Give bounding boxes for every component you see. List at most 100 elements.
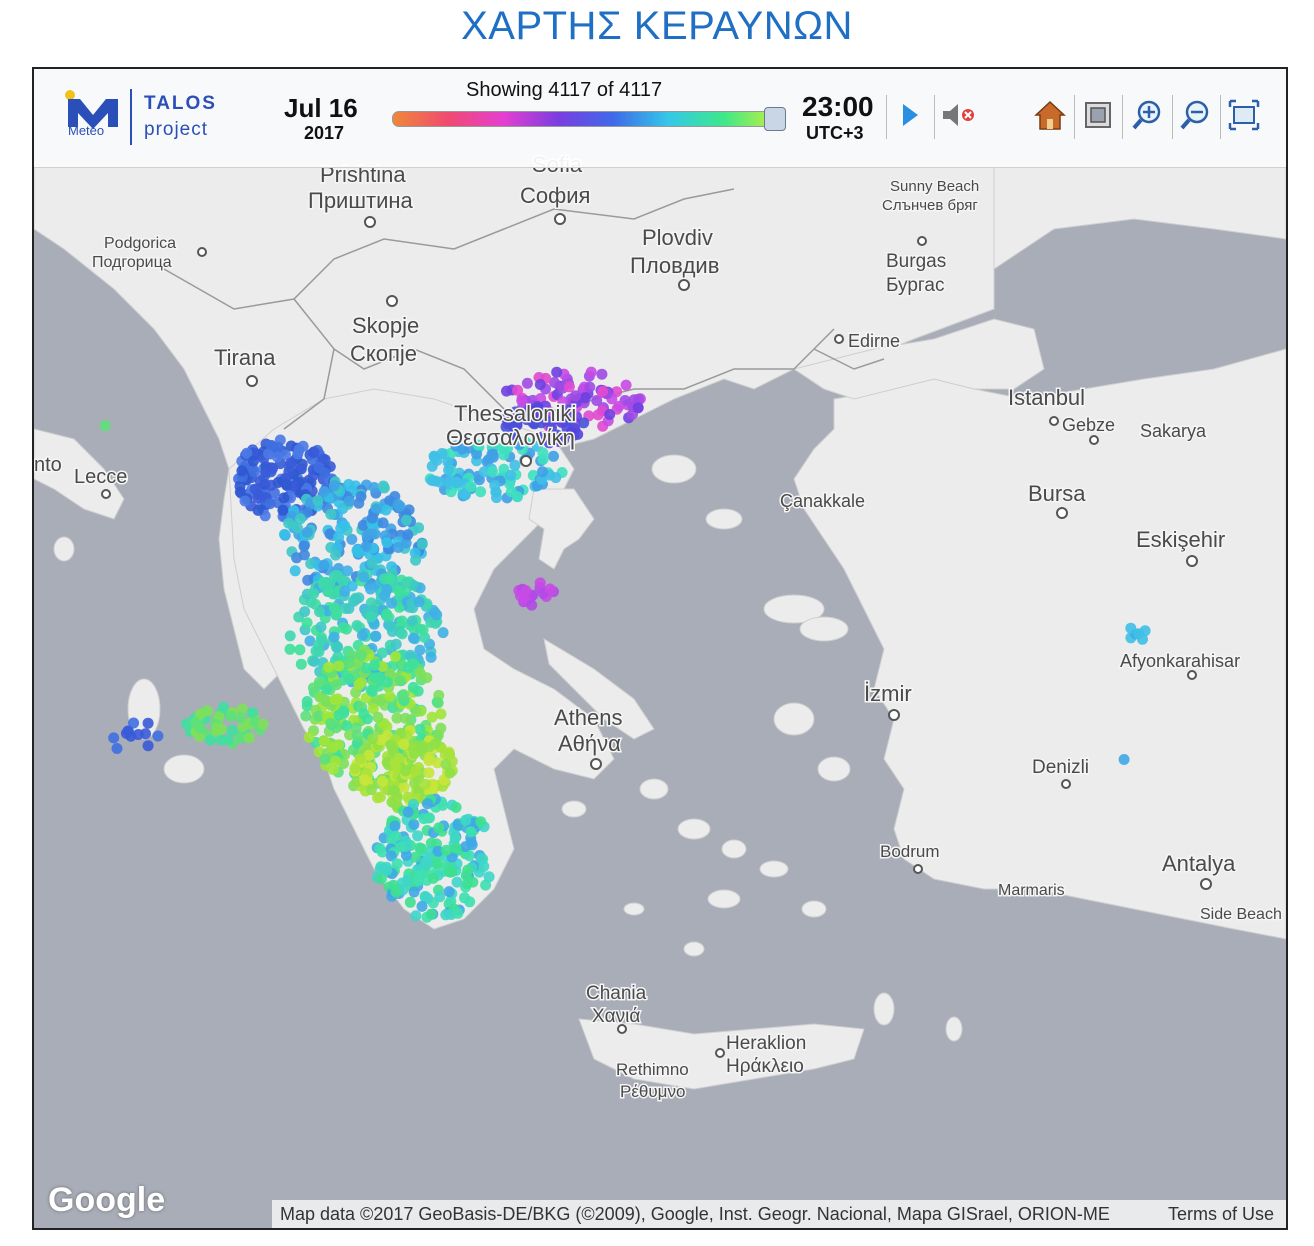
lightning-strike [293,444,305,456]
lightning-strike [520,585,532,597]
lightning-strike [402,529,414,541]
city-label: Rethimno [616,1060,689,1079]
strike-count: Showing 4117 of 4117 [466,79,663,101]
city-label: Thessaloniki [454,401,576,426]
lightning-strike [328,480,340,492]
city-label: Sakarya [1140,421,1207,441]
lightning-strike [343,657,355,669]
city-label: Plovdiv [642,225,713,250]
lightning-strike [350,593,362,605]
layers-button[interactable] [1080,95,1116,135]
lightning-strike [367,733,379,745]
fullscreen-button[interactable] [1226,95,1262,135]
map-data-credit: Map data ©2017 GeoBasis-DE/BKG (©2009), … [280,1203,1110,1224]
lightning-strike [395,675,406,687]
lightning-strike [349,762,361,774]
lightning-strike [284,643,296,655]
lightning-strike [406,615,418,627]
lightning-strike [380,504,392,516]
home-button[interactable] [1032,95,1068,135]
sound-button[interactable] [940,95,976,135]
terms-of-use-link[interactable]: Terms of Use [1168,1204,1274,1225]
lightning-strike [391,712,403,724]
lightning-map[interactable]: Prishtina Приштина Sofia София Podgorica… [32,67,1288,1230]
zoom-out-button[interactable] [1178,95,1214,135]
lightning-strike [604,409,616,420]
lightning-strike [339,585,351,597]
lightning-strike [303,731,315,743]
lightning-strike [417,624,429,636]
lightning-strike [142,717,154,729]
map-canvas[interactable]: Prishtina Приштина Sofia София Podgorica… [34,69,1286,1228]
lightning-strike [431,609,443,621]
page-title: ΧΑΡΤΗΣ ΚΕΡΑΥΝΩΝ [461,4,853,48]
lightning-strike [597,385,609,397]
lightning-strike [380,861,392,873]
lightning-strike [252,492,264,504]
lightning-strike [308,655,320,667]
lightning-strike [318,486,330,497]
lightning-strike [534,577,546,589]
lightning-strike [384,690,396,702]
lightning-strike [534,379,546,390]
lightning-strike [234,480,246,492]
lightning-strike [355,650,367,662]
lightning-strike [402,662,414,674]
logo-meteo-text: Meteo [68,123,105,138]
lightning-strike [414,644,426,656]
lightning-strike [426,711,438,723]
city-label: Lecce [74,466,127,488]
lightning-strike [390,638,402,650]
lightning-strike [412,685,424,697]
lightning-strike [402,806,414,818]
city-label: Antalya [1162,851,1236,876]
time-slider[interactable] [392,111,780,127]
lightning-strike [152,730,164,742]
lightning-strike [332,641,344,653]
lightning-strike [211,722,223,734]
lightning-strike [289,565,301,577]
zoom-in-button[interactable] [1130,95,1166,135]
lightning-strike [318,559,330,571]
date-day: Jul 16 [284,93,358,123]
lightning-strike [443,464,455,476]
lightning-strike [365,611,377,623]
lightning-strike [450,842,462,854]
lightning-strike [385,620,397,632]
lightning-strike [368,659,380,671]
play-button[interactable] [892,95,928,135]
lightning-strike [396,628,408,640]
toolbar-divider [1122,95,1123,139]
lightning-strike [585,366,597,378]
lightning-strike [392,542,404,553]
lightning-strike [451,876,463,888]
lightning-strike [483,871,495,883]
lightning-strike [424,751,436,763]
lightning-strike [294,513,306,525]
city-label: Слънчев бряг [882,197,978,214]
lightning-strike [325,717,337,729]
city-label: İzmir [864,681,912,706]
lightning-strike [394,500,406,512]
lightning-strike [299,606,311,618]
lightning-strike [313,462,325,474]
lightning-strike [419,778,431,790]
time-slider-handle[interactable] [764,107,786,131]
lightning-strike [512,384,524,396]
lightning-strike [328,631,340,643]
lightning-strike [370,630,382,642]
lightning-strike [359,774,371,786]
toolbar-divider [934,95,935,139]
lightning-strike [122,725,134,737]
lightning-strike [551,366,563,378]
city-label: Бургас [886,275,944,296]
lightning-strike [323,661,335,673]
lightning-strike [391,858,403,870]
lightning-strike [570,390,581,402]
lightning-strike [613,400,625,412]
lightning-strike [422,798,433,810]
lightning-strike [365,784,377,796]
lightning-strike [333,531,345,543]
lightning-strike [434,891,446,903]
lightning-strike [426,474,438,486]
